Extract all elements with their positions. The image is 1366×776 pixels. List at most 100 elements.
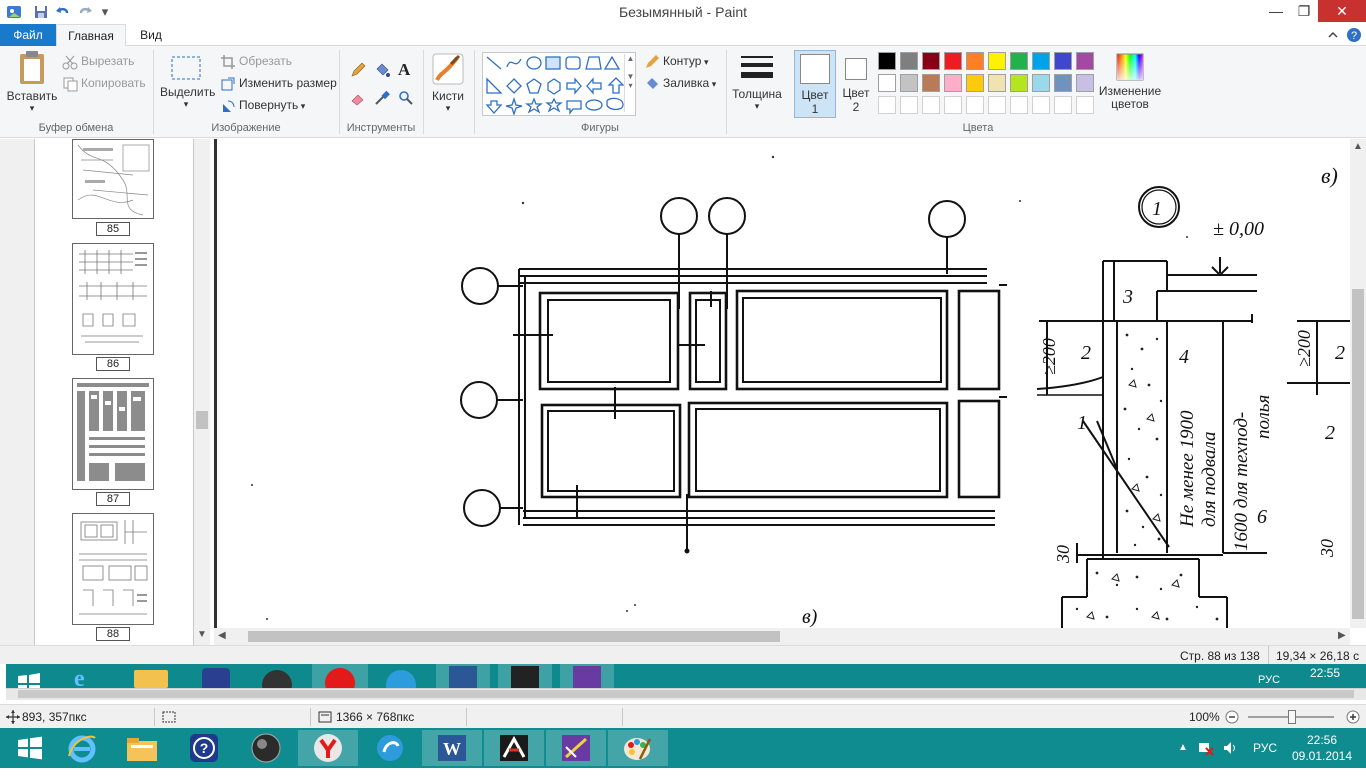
taskbar-help-app[interactable]: ?	[174, 730, 234, 766]
color2-label: Цвет	[842, 86, 870, 100]
taskbar-paint[interactable]	[608, 730, 668, 766]
color-swatch[interactable]	[1032, 74, 1050, 92]
volume-icon[interactable]	[1222, 740, 1238, 756]
zoom-slider-thumb[interactable]	[1288, 710, 1296, 724]
custom-color-slot[interactable]	[1010, 96, 1028, 114]
text-tool-icon[interactable]: A	[398, 60, 414, 79]
thumbnail-scrollbar[interactable]: ▼	[194, 139, 210, 645]
custom-color-slot[interactable]	[922, 96, 940, 114]
custom-color-slot[interactable]	[988, 96, 1006, 114]
color-swatch[interactable]	[988, 74, 1006, 92]
tray-expand-icon[interactable]: ▲	[1178, 742, 1188, 753]
scroll-thumb[interactable]	[248, 631, 780, 642]
custom-color-slot[interactable]	[966, 96, 984, 114]
shapes-gallery[interactable]	[482, 52, 636, 117]
taskbar-messenger[interactable]	[360, 730, 420, 766]
close-button[interactable]: ✕	[1318, 0, 1366, 22]
color-swatch[interactable]	[944, 52, 962, 70]
taskbar-word[interactable]: W	[422, 730, 482, 766]
clock-date[interactable]: 09.01.2014	[1290, 749, 1354, 763]
svg-text:?: ?	[1351, 30, 1357, 42]
cut-button[interactable]: Вырезать	[62, 54, 134, 70]
size-button[interactable]: Толщина ▾	[730, 52, 784, 118]
color2-button[interactable]: Цвет 2	[838, 50, 874, 118]
label-underfloor: полья	[1253, 395, 1274, 439]
paste-button[interactable]: Вставить ▾	[6, 50, 58, 120]
canvas[interactable]: в) в) 1 ± 0,00 3 2 4 1 6 2 2 ≥200 ≥200 3…	[214, 139, 1350, 628]
crop-button[interactable]: Обрезать	[220, 54, 292, 70]
thumbnail-page[interactable]	[72, 378, 154, 490]
clock-time[interactable]: 22:56	[1290, 733, 1354, 747]
tab-home[interactable]: Главная	[56, 24, 126, 47]
custom-color-slot[interactable]	[900, 96, 918, 114]
tab-file[interactable]: Файл	[0, 24, 56, 46]
fill-bucket-icon[interactable]	[374, 62, 390, 78]
custom-color-slot[interactable]	[1076, 96, 1094, 114]
chevron-up-icon[interactable]	[1326, 28, 1340, 42]
taskbar-media-app[interactable]	[236, 730, 296, 766]
start-button[interactable]	[0, 730, 60, 766]
taskbar-yandex[interactable]	[298, 730, 358, 766]
outline-button[interactable]: Контур ▾	[644, 54, 709, 70]
fill-button[interactable]: Заливка ▾	[644, 76, 716, 92]
color-swatch[interactable]	[1010, 52, 1028, 70]
media-sphere-icon	[251, 733, 281, 763]
color-swatch[interactable]	[1054, 52, 1072, 70]
thumbnail-page[interactable]	[72, 243, 154, 355]
help-icon[interactable]: ?	[1346, 27, 1362, 43]
pencil-icon[interactable]	[350, 62, 366, 78]
magnifier-icon[interactable]	[398, 90, 414, 106]
scroll-up-icon[interactable]: ▲	[1353, 141, 1363, 152]
color-swatch[interactable]	[988, 52, 1006, 70]
zoom-in-button[interactable]	[1346, 710, 1360, 724]
select-button[interactable]: Выделить ▾	[160, 54, 215, 120]
edit-colors-button[interactable]: Изменение цветов	[1098, 52, 1162, 118]
color1-swatch	[800, 54, 830, 84]
color-swatch[interactable]	[878, 74, 896, 92]
color1-button[interactable]: Цвет 1	[794, 50, 836, 118]
color-swatch[interactable]	[1054, 74, 1072, 92]
custom-color-slot[interactable]	[1032, 96, 1050, 114]
color-swatch[interactable]	[966, 52, 984, 70]
tab-view[interactable]: Вид	[128, 24, 174, 46]
color-swatch[interactable]	[878, 52, 896, 70]
color-swatch[interactable]	[1076, 52, 1094, 70]
color-swatch[interactable]	[1010, 74, 1028, 92]
taskbar-archiver[interactable]	[484, 730, 544, 766]
minimize-button[interactable]: —	[1262, 0, 1290, 22]
thumbnail-page[interactable]	[72, 513, 154, 625]
color-swatch[interactable]	[1032, 52, 1050, 70]
eraser-icon[interactable]	[350, 90, 366, 106]
custom-color-slot[interactable]	[944, 96, 962, 114]
thumbnail-page[interactable]	[72, 139, 154, 219]
color-picker-icon[interactable]	[374, 90, 390, 106]
maximize-button[interactable]: ❐	[1290, 0, 1318, 22]
color-swatch[interactable]	[922, 74, 940, 92]
color-swatch[interactable]	[900, 74, 918, 92]
taskbar-ie[interactable]	[52, 730, 112, 766]
canvas-vertical-scrollbar[interactable]: ▲	[1350, 139, 1366, 628]
scroll-thumb[interactable]	[196, 411, 208, 429]
zoom-out-button[interactable]	[1225, 710, 1239, 724]
rotate-button[interactable]: Повернуть ▾	[220, 98, 305, 114]
network-status-icon[interactable]	[1198, 740, 1214, 756]
color-swatch[interactable]	[1076, 74, 1094, 92]
taskbar-viewer[interactable]	[546, 730, 606, 766]
color-swatch[interactable]	[944, 74, 962, 92]
scroll-right-icon[interactable]: ▶	[1338, 630, 1346, 641]
scroll-left-icon[interactable]: ◀	[218, 630, 226, 641]
brushes-button[interactable]: Кисти ▾	[428, 52, 468, 118]
custom-color-slot[interactable]	[878, 96, 896, 114]
color-swatch[interactable]	[966, 74, 984, 92]
color-swatch[interactable]	[900, 52, 918, 70]
scroll-thumb[interactable]	[1352, 289, 1364, 619]
resize-button[interactable]: Изменить размер	[220, 76, 337, 92]
scroll-down-icon[interactable]: ▼	[197, 629, 207, 640]
copy-button[interactable]: Копировать	[62, 76, 146, 92]
custom-color-slot[interactable]	[1054, 96, 1072, 114]
shapes-scroll[interactable]: ▲ ▼ ▾	[624, 54, 636, 112]
color-swatch[interactable]	[922, 52, 940, 70]
taskbar-explorer[interactable]	[112, 730, 172, 766]
canvas-horizontal-scrollbar[interactable]: ◀ ▶	[214, 628, 1350, 645]
language-indicator[interactable]: РУС	[1253, 741, 1277, 755]
